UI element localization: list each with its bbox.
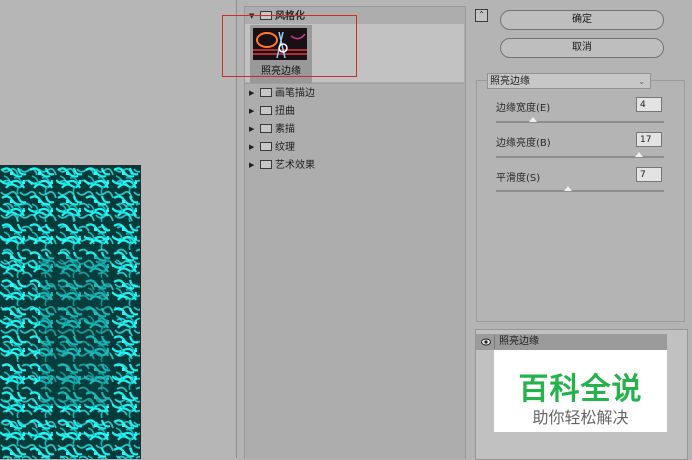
- edge-width-slider-handle[interactable]: [528, 117, 537, 122]
- folder-icon: [260, 141, 272, 151]
- edge-brightness-slider-handle[interactable]: [634, 152, 643, 157]
- collapsed-triangle-icon: ▶: [249, 161, 255, 169]
- edge-brightness-input[interactable]: 17: [636, 132, 662, 147]
- category-label: 扭曲: [275, 106, 295, 117]
- collapsed-triangle-icon: ▶: [249, 89, 255, 97]
- preview-image[interactable]: [0, 165, 141, 459]
- category-label: 纹理: [275, 142, 295, 153]
- watermark-subtitle: 助你轻松解决: [532, 408, 629, 427]
- filter-select-value: 照亮边缘: [490, 76, 530, 87]
- category-sketch[interactable]: ▶ 素描: [249, 121, 295, 137]
- category-texture[interactable]: ▶ 纹理: [249, 139, 295, 155]
- collapse-icon: ⌃: [478, 10, 485, 19]
- eye-icon[interactable]: [481, 338, 491, 346]
- category-distort[interactable]: ▶ 扭曲: [249, 103, 295, 119]
- effect-layer-label: 照亮边缘: [499, 336, 539, 347]
- folder-icon: [260, 105, 272, 115]
- chevron-down-icon: ⌄: [638, 77, 645, 86]
- settings-group: [476, 80, 685, 322]
- divider: [245, 83, 464, 84]
- edge-brightness-label: 边缘亮度(B): [496, 138, 551, 149]
- folder-icon: [260, 123, 272, 133]
- collapse-gallery-button[interactable]: ⌃: [475, 9, 488, 22]
- smoothness-label: 平滑度(S): [496, 173, 541, 184]
- category-label: 艺术效果: [275, 160, 315, 171]
- edge-width-slider-track[interactable]: [496, 121, 664, 123]
- folder-icon: [260, 159, 272, 169]
- filter-select[interactable]: 照亮边缘 ⌄: [487, 73, 651, 89]
- smoothness-input[interactable]: 7: [636, 167, 662, 182]
- smoothness-slider-handle[interactable]: [564, 186, 573, 191]
- edge-width-label: 边缘宽度(E): [496, 103, 551, 114]
- collapsed-triangle-icon: ▶: [249, 107, 255, 115]
- selection-highlight: [222, 15, 357, 77]
- edge-width-input[interactable]: 4: [636, 97, 662, 112]
- ok-button[interactable]: 确定: [500, 10, 664, 30]
- category-label: 画笔描边: [275, 88, 315, 99]
- cancel-button[interactable]: 取消: [500, 38, 664, 58]
- category-brush-strokes[interactable]: ▶ 画笔描边: [249, 85, 315, 101]
- watermark: 百科全说 助你轻松解决: [494, 350, 667, 432]
- folder-icon: [260, 87, 272, 97]
- divider: [494, 335, 495, 349]
- collapsed-triangle-icon: ▶: [249, 125, 255, 133]
- category-label: 素描: [275, 124, 295, 135]
- watermark-title: 百科全说: [518, 372, 643, 407]
- smoothness-slider-track[interactable]: [496, 190, 664, 192]
- collapsed-triangle-icon: ▶: [249, 143, 255, 151]
- category-artistic[interactable]: ▶ 艺术效果: [249, 157, 315, 173]
